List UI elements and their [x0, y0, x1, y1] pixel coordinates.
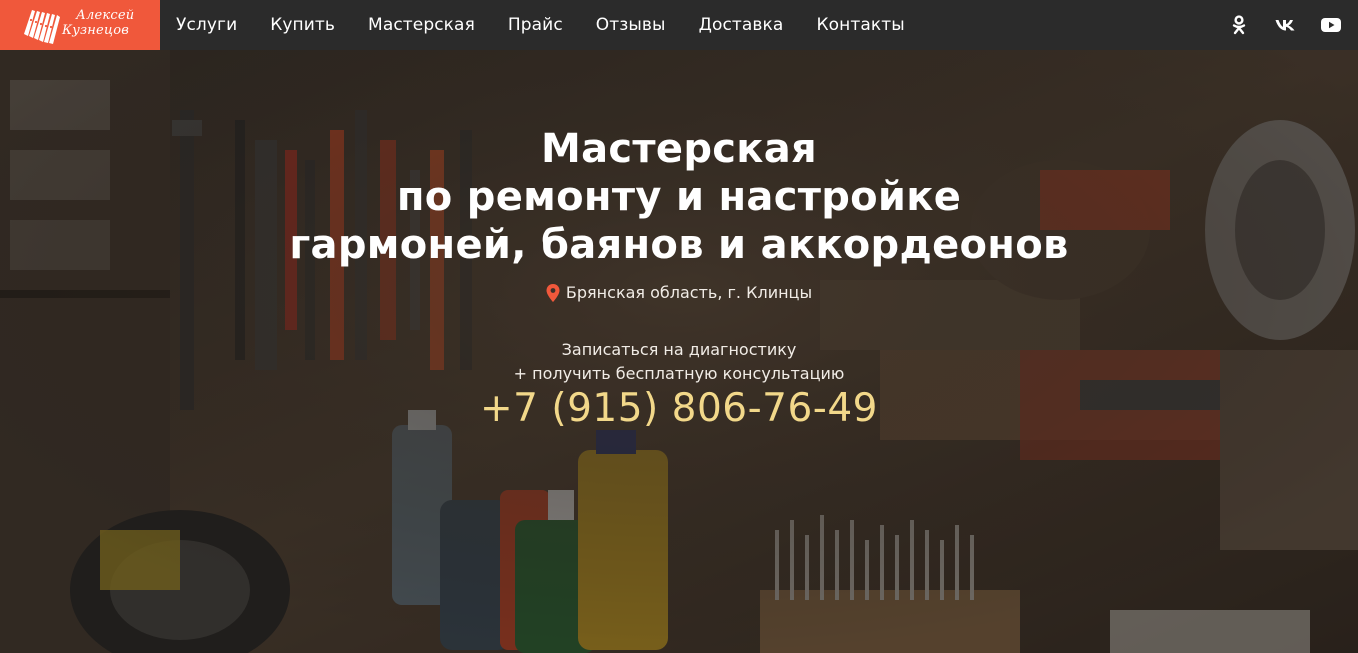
nav-item-contacts[interactable]: Контакты	[816, 15, 904, 35]
location: Брянская область, г. Клинцы	[0, 283, 1358, 302]
nav-item-delivery[interactable]: Доставка	[699, 15, 784, 35]
nav-item-reviews[interactable]: Отзывы	[596, 15, 666, 35]
phone-link[interactable]: +7 (915) 806-76-49	[480, 386, 878, 431]
logo-last-name: Кузнецов	[62, 23, 130, 38]
odnoklassniki-icon[interactable]	[1228, 14, 1250, 36]
logo-text: Алексей Кузнецов	[62, 8, 134, 38]
hero-title-line-3: гармоней, баянов и аккордеонов	[289, 222, 1069, 268]
nav-item-workshop[interactable]: Мастерская	[368, 15, 475, 35]
hero-title: Мастерская по ремонту и настройке гармон…	[0, 125, 1358, 269]
nav-item-prices[interactable]: Прайс	[508, 15, 563, 35]
hero-content: Мастерская по ремонту и настройке гармон…	[0, 125, 1358, 431]
vk-icon[interactable]	[1274, 14, 1296, 36]
hero-title-line-2: по ремонту и настройке	[396, 174, 962, 220]
logo-first-name: Алексей	[76, 8, 135, 23]
site-header: Алексей Кузнецов Услуги Купить Мастерска…	[0, 0, 1358, 50]
cta-line-1: Записаться на диагностику	[561, 340, 797, 359]
logo[interactable]: Алексей Кузнецов	[0, 0, 160, 50]
nav-item-buy[interactable]: Купить	[270, 15, 335, 35]
location-text: Брянская область, г. Клинцы	[565, 283, 813, 302]
nav-item-services[interactable]: Услуги	[176, 15, 237, 35]
hero-title-line-1: Мастерская	[541, 126, 817, 172]
map-pin-icon	[546, 283, 560, 302]
cta-line-2: + получить бесплатную консультацию	[513, 364, 845, 383]
main-nav: Услуги Купить Мастерская Прайс Отзывы До…	[176, 0, 905, 50]
youtube-icon[interactable]	[1320, 14, 1342, 36]
cta-text: Записаться на диагностику + получить бес…	[0, 338, 1358, 386]
social-links	[1204, 14, 1342, 36]
accordion-icon	[24, 10, 60, 44]
hero-section: Мастерская по ремонту и настройке гармон…	[0, 50, 1358, 653]
